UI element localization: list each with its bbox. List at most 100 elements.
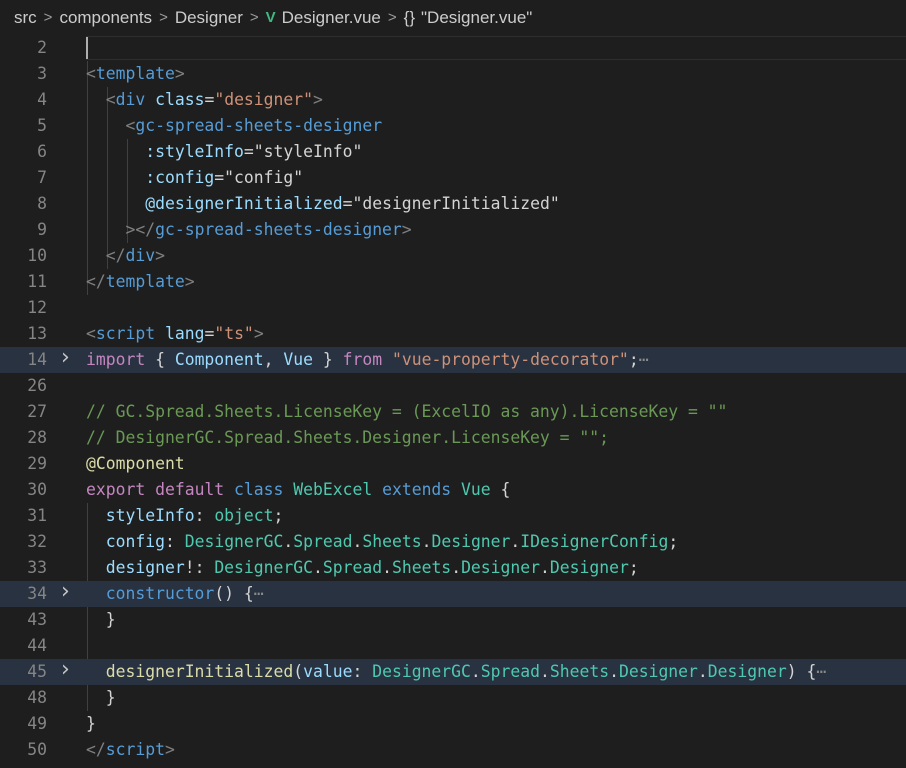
- code-line[interactable]: 31 styleInfo: object;: [0, 503, 906, 529]
- code-line[interactable]: 14 › import { Component, Vue } from "vue-p…: [0, 345, 906, 373]
- breadcrumb-file[interactable]: Designer.vue: [282, 8, 381, 28]
- code-token: :styleInfo: [145, 142, 244, 161]
- code-token: ,: [263, 350, 284, 369]
- code-text: </div>: [86, 243, 165, 269]
- code-token: .: [697, 662, 708, 681]
- code-token: Designer: [431, 532, 511, 551]
- code-line[interactable]: 34 › constructor() {⋯: [0, 579, 906, 607]
- code-line[interactable]: 3 <template>: [0, 61, 906, 87]
- code-token: config: [105, 532, 165, 551]
- code-line[interactable]: 7 :config="config": [0, 165, 906, 191]
- line-number: 33: [27, 558, 47, 577]
- code-line[interactable]: 27 // GC.Spread.Sheets.LicenseKey = (Exce…: [0, 399, 906, 425]
- code-token: >: [184, 272, 195, 291]
- fold-chevron-icon[interactable]: ›: [61, 345, 70, 371]
- code-text: }: [86, 685, 116, 711]
- code-token: .: [510, 532, 521, 551]
- code-token: object: [214, 506, 274, 525]
- code-text: ></gc-spread-sheets-designer>: [86, 217, 411, 243]
- code-line[interactable]: 2: [0, 35, 906, 61]
- code-line[interactable]: 10 </div>: [0, 243, 906, 269]
- code-text: constructor() {⋯: [86, 581, 264, 607]
- code-line[interactable]: 43 }: [0, 607, 906, 633]
- code-text: designerInitialized(value: DesignerGC.Sp…: [86, 659, 826, 685]
- breadcrumb: src > components > Designer > V Designer…: [0, 0, 906, 35]
- code-text: config: DesignerGC.Spread.Sheets.Designe…: [86, 529, 678, 555]
- line-number: 50: [27, 740, 47, 759]
- breadcrumb-src[interactable]: src: [14, 8, 37, 28]
- code-line[interactable]: 26: [0, 373, 906, 399]
- code-token: .: [451, 558, 462, 577]
- code-token: default: [155, 480, 225, 499]
- code-token: </: [86, 272, 106, 291]
- code-text: // GC.Spread.Sheets.LicenseKey = (ExcelI…: [86, 399, 727, 425]
- code-line[interactable]: 9 ></gc-spread-sheets-designer>: [0, 217, 906, 243]
- code-text: </template>: [86, 269, 195, 295]
- code-line[interactable]: 48 }: [0, 685, 906, 711]
- breadcrumb-components[interactable]: components: [59, 8, 152, 28]
- line-number: 12: [27, 298, 47, 317]
- code-token: :: [194, 506, 215, 525]
- code-line[interactable]: 51 <style: [0, 763, 906, 768]
- code-line[interactable]: 6 :styleInfo="styleInfo": [0, 139, 906, 165]
- code-token: Designer: [707, 662, 787, 681]
- code-token: designerInitialized: [105, 662, 294, 681]
- code-token: extends: [382, 480, 452, 499]
- code-text: </script>: [86, 737, 175, 763]
- code-line[interactable]: 29 @Component: [0, 451, 906, 477]
- fold-chevron-icon[interactable]: ›: [61, 579, 70, 605]
- code-line[interactable]: 28 // DesignerGC.Spread.Sheets.Designer.L…: [0, 425, 906, 451]
- code-token: (: [293, 662, 304, 681]
- code-line[interactable]: 5 <gc-spread-sheets-designer: [0, 113, 906, 139]
- code-line[interactable]: 45 › designerInitialized(value: DesignerG…: [0, 657, 906, 685]
- fold-chevron-icon[interactable]: ›: [61, 657, 70, 683]
- code-line[interactable]: 13 <script lang="ts">: [0, 321, 906, 347]
- code-editor[interactable]: 2 3 <template> 4 <div class="designer"> 5 <g…: [0, 35, 906, 768]
- code-token: template: [105, 272, 185, 291]
- code-token: <: [125, 116, 136, 135]
- chevron-right-icon: >: [249, 9, 259, 26]
- code-text: @Component: [86, 451, 185, 477]
- code-line[interactable]: 4 <div class="designer">: [0, 87, 906, 113]
- code-line[interactable]: 49}: [0, 711, 906, 737]
- symbol-braces-icon: {}: [403, 7, 416, 27]
- code-token: ⋯: [253, 584, 264, 603]
- code-line[interactable]: 44: [0, 633, 906, 659]
- code-token: DesignerGC: [184, 532, 284, 551]
- line-number: 4: [37, 90, 47, 109]
- code-line[interactable]: 30 export default class WebExcel extends …: [0, 477, 906, 503]
- text-cursor: [86, 37, 88, 59]
- code-text: <style: [86, 763, 165, 768]
- code-token: from: [342, 350, 383, 369]
- code-line[interactable]: 11 </template>: [0, 269, 906, 295]
- code-token: }: [86, 714, 96, 733]
- line-number: 32: [27, 532, 47, 551]
- code-line[interactable]: 12: [0, 295, 906, 321]
- breadcrumb-symbol[interactable]: "Designer.vue": [421, 8, 532, 28]
- code-token: "designerInitialized": [352, 194, 560, 213]
- code-token: ></: [125, 220, 156, 239]
- code-token: Spread: [293, 532, 353, 551]
- line-number: 26: [27, 376, 47, 395]
- code-line[interactable]: 8 @designerInitialized="designerInitiali…: [0, 191, 906, 217]
- code-token: div: [125, 246, 156, 265]
- current-line-highlight: [86, 36, 906, 60]
- line-number: 30: [27, 480, 47, 499]
- code-token: import: [86, 350, 146, 369]
- code-text: <template>: [86, 61, 185, 87]
- code-line[interactable]: 33 designer!: DesignerGC.Spread.Sheets.D…: [0, 555, 906, 581]
- code-text: import { Component, Vue } from "vue-prop…: [86, 347, 649, 373]
- code-text: export default class WebExcel extends Vu…: [86, 477, 510, 503]
- code-text: <script lang="ts">: [86, 321, 264, 347]
- code-line[interactable]: 50 </script>: [0, 737, 906, 763]
- code-token: </: [86, 740, 106, 759]
- code-line[interactable]: 32 config: DesignerGC.Spread.Sheets.Desi…: [0, 529, 906, 555]
- code-token: Vue: [283, 350, 313, 369]
- line-number: 43: [27, 610, 47, 629]
- breadcrumb-designer-folder[interactable]: Designer: [175, 8, 243, 28]
